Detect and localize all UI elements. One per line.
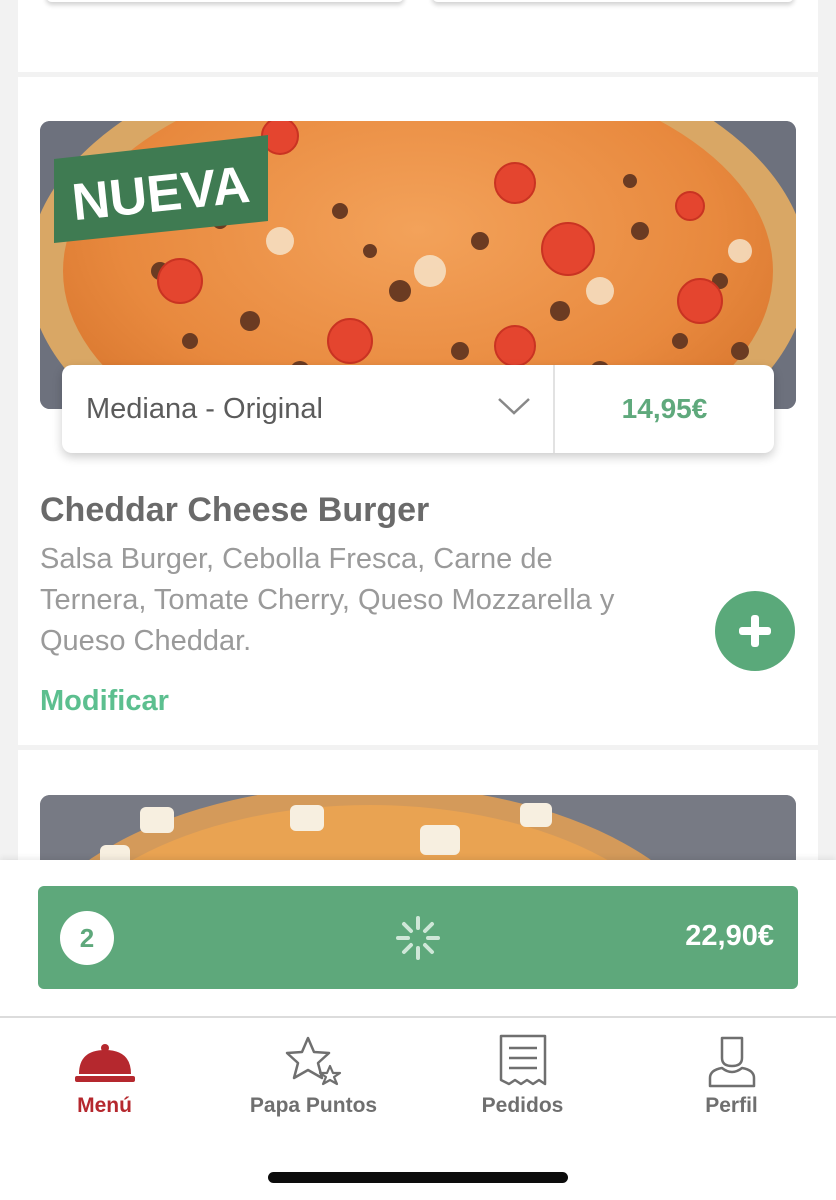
- tab-papa-puntos[interactable]: Papa Puntos: [209, 1018, 418, 1138]
- loading-spinner-icon: [396, 916, 440, 960]
- product-card: NUEVA Mediana - Original 14,95€ Cheddar …: [18, 77, 818, 745]
- stars-icon: [285, 1036, 341, 1086]
- product-description: Salsa Burger, Cebolla Fresca, Carne de T…: [40, 543, 615, 657]
- tab-menu-label: Menú: [77, 1094, 132, 1117]
- size-price-selector: Mediana - Original 14,95€: [62, 365, 774, 453]
- cloche-icon: [74, 1044, 135, 1082]
- previous-size-selector[interactable]: [46, 0, 404, 2]
- home-indicator[interactable]: [268, 1172, 568, 1183]
- modify-link[interactable]: Modificar: [40, 685, 169, 718]
- size-dropdown[interactable]: Mediana - Original: [62, 365, 555, 453]
- previous-price-box[interactable]: [432, 0, 794, 2]
- cart-count-badge: 2: [60, 911, 114, 965]
- new-badge: NUEVA: [54, 135, 268, 243]
- tab-pedidos-label: Pedidos: [481, 1094, 564, 1117]
- bottom-panel: 2 22,90€ Menú Papa Puntos Pedidos Perfil: [0, 860, 836, 1200]
- size-dropdown-value: Mediana - Original: [86, 393, 323, 425]
- cart-bar[interactable]: 2 22,90€: [38, 886, 798, 989]
- tab-pedidos[interactable]: Pedidos: [418, 1018, 627, 1138]
- person-icon: [708, 1036, 755, 1088]
- receipt-icon: [499, 1034, 546, 1086]
- add-to-cart-button[interactable]: [715, 591, 795, 671]
- cart-total: 22,90€: [685, 920, 774, 952]
- product-title: Cheddar Cheese Burger: [40, 491, 430, 529]
- tab-papa-puntos-label: Papa Puntos: [249, 1094, 378, 1117]
- tab-perfil-label: Perfil: [705, 1094, 758, 1117]
- product-price: 14,95€: [621, 393, 708, 424]
- chevron-down-icon: [498, 398, 530, 415]
- tab-menu[interactable]: Menú: [0, 1018, 209, 1138]
- tab-perfil[interactable]: Perfil: [627, 1018, 836, 1138]
- plus-icon: [739, 615, 771, 647]
- app-screen: NUEVA Mediana - Original 14,95€ Cheddar …: [0, 0, 836, 1200]
- previous-product-card: [18, 0, 818, 72]
